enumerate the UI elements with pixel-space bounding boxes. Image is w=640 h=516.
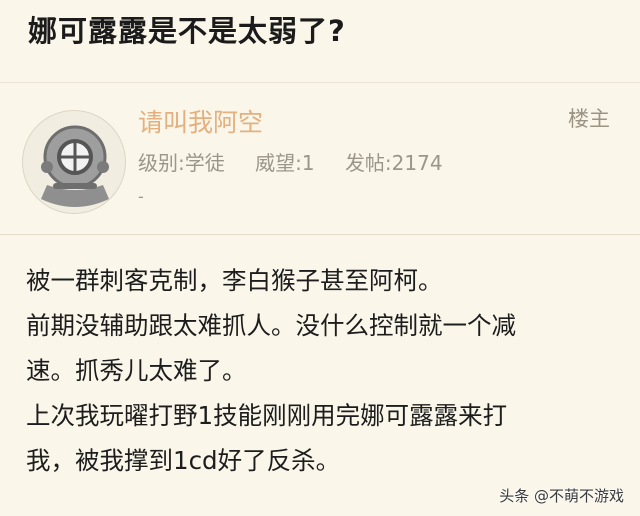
user-level: 级别:学徒	[138, 151, 225, 175]
title-bar: 娜可露露是不是太弱了?	[0, 0, 640, 83]
avatar[interactable]	[22, 110, 126, 214]
post-line: 速。抓秀儿太难了。	[26, 356, 247, 385]
user-prestige: 威望:1	[255, 151, 315, 175]
owner-badge: 楼主	[568, 107, 610, 131]
post-line: 我，被我撑到1cd好了反杀。	[26, 446, 341, 475]
post-line: 被一群刺客克制，李白猴子甚至阿柯。	[26, 266, 443, 295]
diving-helmet-icon	[41, 125, 109, 207]
post-line: 上次我玩曜打野1技能刚刚用完娜可露露来打	[26, 401, 508, 430]
watermark: 头条 @不萌不游戏	[499, 487, 624, 505]
user-post-count: 发帖:2174	[344, 151, 443, 175]
thread-title: 娜可露露是不是太弱了?	[28, 14, 346, 48]
username[interactable]: 请叫我阿空	[138, 103, 263, 139]
post-header: 请叫我阿空 楼主 级别:学徒 威望:1 发帖:2174 -	[0, 83, 640, 235]
post-body: 被一群刺客克制，李白猴子甚至阿柯。 前期没辅助跟太难抓人。没什么控制就一个减 速…	[26, 258, 626, 483]
user-stats: 级别:学徒 威望:1 发帖:2174	[138, 147, 443, 176]
user-extra: -	[138, 187, 144, 206]
post-line: 前期没辅助跟太难抓人。没什么控制就一个减	[26, 311, 516, 340]
